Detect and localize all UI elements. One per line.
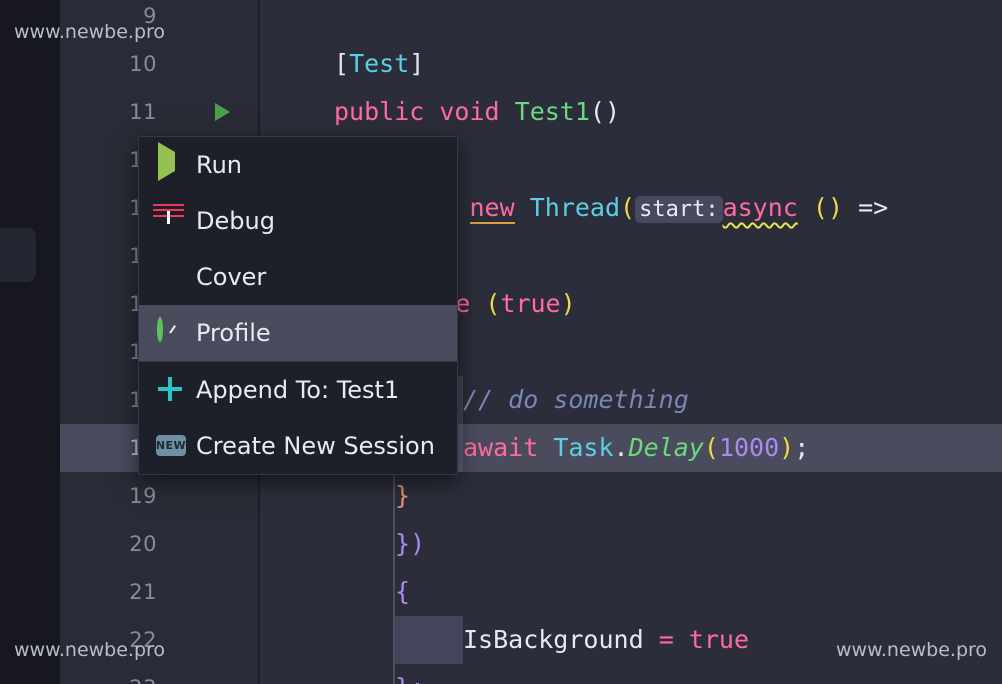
code-token: ) <box>410 529 425 558</box>
code-line-19[interactable]: } <box>262 472 1002 520</box>
code-text: } <box>395 472 410 520</box>
menu-item-cover[interactable]: Cover <box>139 249 457 305</box>
code-text: public void Test1() <box>334 88 620 136</box>
menu-item-label: Create New Session <box>196 432 435 460</box>
code-token: } <box>395 529 410 558</box>
run-triangle-icon-glyph <box>158 142 175 181</box>
menu-item-create-new-session[interactable]: NEW Create New Session <box>139 418 457 474</box>
code-token: true <box>500 289 560 318</box>
gutter-line-20[interactable]: 20 <box>60 520 260 568</box>
menu-item-profile[interactable]: Profile <box>139 305 457 361</box>
code-token: true <box>689 625 749 654</box>
code-text: }) <box>395 520 425 568</box>
code-token: => <box>843 193 888 222</box>
code-token: Delay <box>629 433 704 462</box>
gutter-line-23[interactable]: 23 <box>60 664 260 684</box>
code-token: async <box>723 193 798 222</box>
code-token: = <box>659 625 674 654</box>
code-text: { <box>395 568 410 616</box>
watermark-bottom-right: www.newbe.pro <box>836 639 987 661</box>
menu-item-label: Debug <box>196 207 275 235</box>
code-line-9[interactable] <box>262 0 1002 40</box>
line-number: 19 <box>129 472 157 520</box>
code-text: }; <box>395 664 425 684</box>
code-token: { <box>395 577 410 606</box>
code-token: public <box>334 97 424 126</box>
coverage-check-icon <box>156 264 182 290</box>
menu-item-label: Append To: Test1 <box>196 376 399 404</box>
code-token <box>515 193 530 222</box>
code-token <box>674 625 689 654</box>
left-tool-strip <box>0 0 60 684</box>
code-token: () <box>590 97 620 126</box>
indent-highlight-block <box>395 616 463 664</box>
gutter-line-10[interactable]: 10 <box>60 40 260 88</box>
run-triangle-icon <box>156 152 182 178</box>
code-text: [Test] <box>334 40 424 88</box>
code-token <box>644 625 659 654</box>
plus-icon <box>156 377 182 403</box>
code-token: IsBackground <box>463 625 644 654</box>
code-token: ) <box>779 433 794 462</box>
line-number: 21 <box>129 568 157 616</box>
code-token: Thread <box>530 193 620 222</box>
code-token: Test <box>349 49 409 78</box>
code-token: ) <box>561 289 576 318</box>
line-number: 23 <box>129 664 157 684</box>
code-token <box>470 289 485 318</box>
parameter-hint: start: <box>635 196 722 223</box>
code-token: void <box>439 97 499 126</box>
bug-icon <box>156 208 182 234</box>
code-token: () <box>813 193 843 222</box>
code-token: ( <box>704 433 719 462</box>
menu-item-label: Run <box>196 151 242 179</box>
run-context-menu[interactable]: Run Debug Cover Profile Append To: Test1 NEW C… <box>138 136 458 475</box>
line-number: 11 <box>129 88 157 136</box>
code-token: Test1 <box>515 97 590 126</box>
code-token: ] <box>409 49 424 78</box>
code-token <box>424 97 439 126</box>
code-token: 1000 <box>719 433 779 462</box>
code-token: } <box>395 481 410 510</box>
menu-item-run[interactable]: Run <box>139 137 457 193</box>
code-token: . <box>614 433 629 462</box>
code-line-21[interactable]: { <box>262 568 1002 616</box>
line-number: 10 <box>129 40 157 88</box>
code-text: IsBackground = true <box>463 616 749 664</box>
watermark-bottom-left: www.newbe.pro <box>14 639 165 661</box>
run-triangle-icon[interactable] <box>215 103 230 121</box>
watermark-top-left: www.newbe.pro <box>14 21 165 43</box>
code-token <box>798 193 813 222</box>
code-token: // do something <box>463 385 689 414</box>
code-token: ; <box>794 433 809 462</box>
code-text: // do something <box>463 376 689 424</box>
gutter-line-11[interactable]: 11 <box>60 88 260 136</box>
code-line-20[interactable]: }) <box>262 520 1002 568</box>
new-badge-icon: NEW <box>156 433 182 459</box>
code-token: new <box>470 193 515 224</box>
line-number: 20 <box>129 520 157 568</box>
code-text: await Task.Delay(1000); <box>463 424 809 472</box>
menu-item-label: Profile <box>196 319 271 347</box>
code-token: ( <box>620 193 635 222</box>
code-token <box>538 433 553 462</box>
menu-item-debug[interactable]: Debug <box>139 193 457 249</box>
profiler-gauge-icon <box>156 320 182 346</box>
code-line-23[interactable]: }; <box>262 664 1002 684</box>
code-token: Task <box>553 433 613 462</box>
code-token: [ <box>334 49 349 78</box>
menu-item-label: Cover <box>196 263 266 291</box>
tool-window-tab[interactable] <box>0 228 36 282</box>
code-token: ( <box>485 289 500 318</box>
code-token: await <box>463 433 538 462</box>
gutter-line-21[interactable]: 21 <box>60 568 260 616</box>
menu-item-append-to-test1[interactable]: Append To: Test1 <box>139 362 457 418</box>
gutter-line-19[interactable]: 19 <box>60 472 260 520</box>
new-badge-icon-glyph: NEW <box>156 435 186 456</box>
code-line-11[interactable]: public void Test1() <box>262 88 1002 136</box>
code-token: }; <box>395 673 425 684</box>
code-line-10[interactable]: [Test] <box>262 40 1002 88</box>
code-token <box>500 97 515 126</box>
profiler-gauge-icon-glyph <box>157 317 163 342</box>
